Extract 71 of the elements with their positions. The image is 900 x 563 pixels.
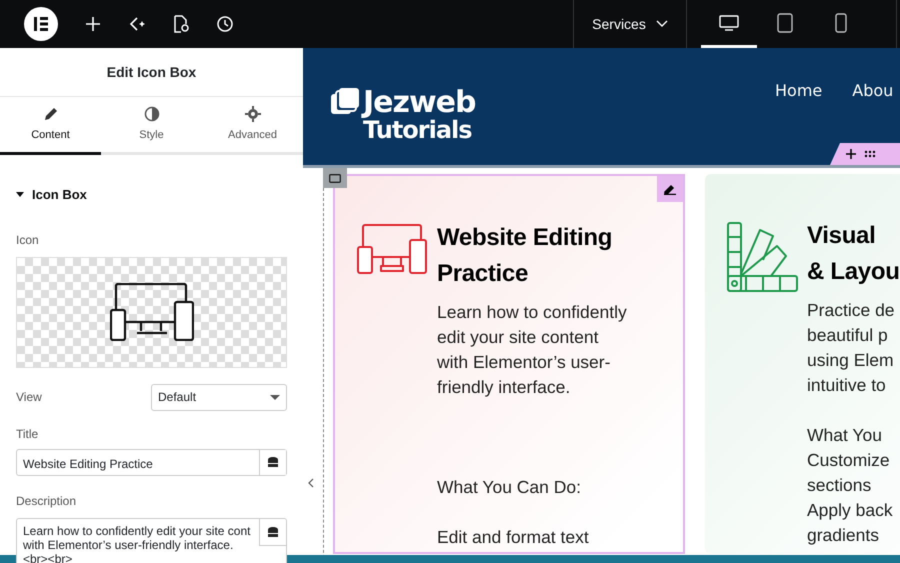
gear-icon [244,106,260,122]
caret-icon [270,394,280,400]
chevron-left-icon [308,478,314,488]
card-text: Customize [807,449,891,472]
icon-box-card[interactable]: Website Editing Practice Learn how to confidently edit your site content with Elementor’s user- friendly interface. What You Can Do: Edit and format text [333,174,685,554]
field-label: Icon [16,232,40,248]
view-select[interactable]: Default [151,384,287,410]
card-text: Practice de [807,299,896,322]
chevron-down-icon [656,20,668,28]
nav-link[interactable]: Home [775,79,822,103]
logo-icon [331,88,359,114]
column-icon [329,174,341,182]
page-settings-button[interactable] [172,15,190,33]
drag-icon [864,150,876,158]
mobile-icon [835,12,847,32]
tablet-icon [777,12,793,32]
column-handle[interactable] [323,168,347,188]
caret-icon [16,192,24,198]
title-field[interactable]: Website Editing Practice [16,448,287,476]
ai-button[interactable] [128,15,146,33]
card-text: beautiful p [807,324,889,347]
card-text: friendly interface. [437,376,572,399]
pencil-icon [42,106,58,122]
logo-text: Tutorials [363,118,472,142]
card-text: sections [807,474,872,497]
plus-icon [846,149,856,159]
card-text: with Elementor’s user- [437,351,612,374]
icon-box-card[interactable]: Visual & Layou Practice de beautiful p using Elem intuitive to What You Customize sections Apply back gradients [705,174,900,554]
card-text: What You [807,424,883,447]
elementor-logo-button[interactable] [24,7,58,41]
card-text: Learn how to confidently [437,301,627,324]
edit-widget-button[interactable] [657,176,683,202]
field-label: View [16,389,42,406]
section-handle[interactable] [830,143,900,165]
card-text: using Elem [807,349,895,372]
dynamic-tags-button[interactable] [259,518,286,546]
plus-icon [84,15,102,33]
card-text: intuitive to [807,374,887,397]
desktop-icon [719,14,739,30]
logo-icon [34,17,48,31]
devices-icon [110,283,194,341]
panel-tab[interactable]: Content [0,97,101,155]
card-text: Apply back [807,499,894,522]
document-gear-icon [172,15,190,33]
database-icon [268,526,278,536]
field-label: Title [16,426,40,442]
sparkle-icon [128,15,146,33]
history-icon [216,15,234,33]
logo-text: Jezweb [363,88,476,118]
pencil-icon [664,183,676,195]
description-field[interactable]: Learn how to confidently edit your site cont with Elementor’s user-friendly interface. <br><br> [16,518,287,563]
contrast-icon [144,106,160,122]
card-text: gradients [807,524,880,547]
card-title: & Layou [807,257,900,287]
card-text: Edit and format text [437,526,590,549]
panel-title: Edit Icon Box [106,62,196,82]
card-text: edit your site content [437,326,600,349]
database-icon [268,457,278,467]
swatches-icon [727,222,798,292]
panel-tab[interactable]: Style [101,97,202,155]
card-text: What You Can Do: [437,476,582,499]
section-toggle[interactable]: Icon Box [16,185,87,204]
dynamic-tags-button[interactable] [259,450,286,474]
field-label: Description [16,492,78,510]
history-button[interactable] [216,15,234,33]
add-button[interactable] [84,15,102,33]
nav-link[interactable]: Abou [852,79,894,103]
card-title: Website Editing [437,223,614,253]
icon-preview[interactable] [16,256,287,368]
card-title: Practice [437,259,529,289]
card-title: Visual [807,221,876,251]
